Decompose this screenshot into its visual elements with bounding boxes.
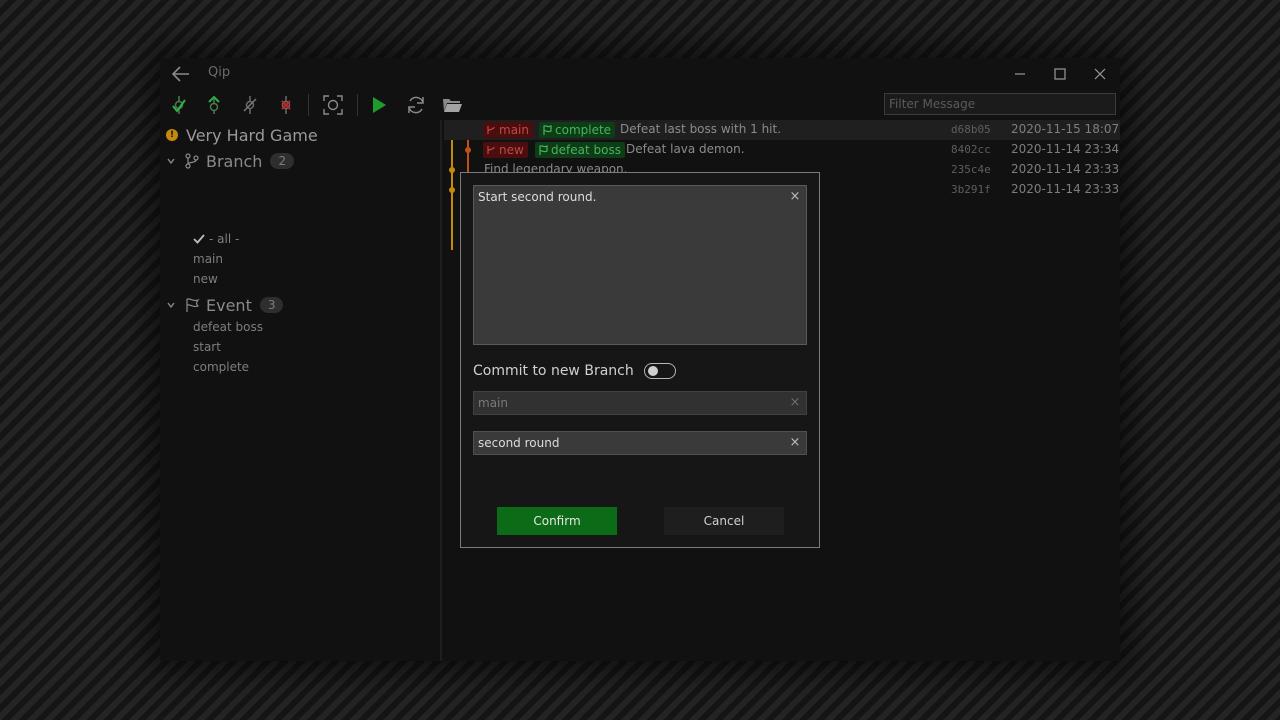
toggle-knob (647, 366, 658, 376)
clear-branch-icon[interactable]: × (787, 395, 803, 411)
commit-dialog: Start second round. × Commit to new Bran… (460, 172, 820, 548)
event-name-value: second round (478, 436, 560, 450)
new-branch-toggle[interactable] (643, 363, 676, 379)
clear-event-icon[interactable]: × (787, 435, 803, 451)
commit-message-text: Start second round. (478, 190, 597, 204)
cancel-button[interactable]: Cancel (664, 507, 784, 535)
branch-name-field[interactable]: main × (473, 391, 807, 415)
new-branch-toggle-row: Commit to new Branch (473, 360, 676, 382)
confirm-button[interactable]: Confirm (497, 507, 617, 535)
new-branch-toggle-label: Commit to new Branch (473, 363, 634, 379)
event-name-field[interactable]: second round × (473, 431, 807, 455)
commit-message-textarea[interactable]: Start second round. × (473, 185, 807, 345)
branch-name-value: main (478, 396, 508, 410)
modal-overlay: Start second round. × Commit to new Bran… (0, 0, 1280, 720)
clear-message-icon[interactable]: × (787, 189, 803, 205)
